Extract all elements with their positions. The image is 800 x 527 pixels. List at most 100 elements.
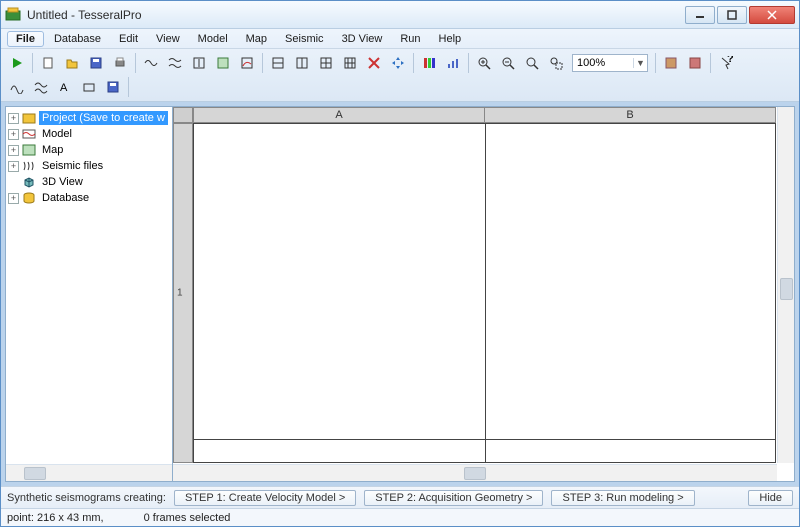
menu-help[interactable]: Help [431,31,470,47]
toolbars: ▼ ? A [1,49,799,102]
hide-button[interactable]: Hide [748,490,793,506]
map-icon [22,143,36,157]
maximize-button[interactable] [717,6,747,24]
zoom-in-icon[interactable] [473,52,495,74]
seismic-icon [22,159,36,173]
expand-icon[interactable]: + [8,193,19,204]
minimize-button[interactable] [685,6,715,24]
wave2-icon[interactable] [164,52,186,74]
save-tool-icon[interactable] [102,76,124,98]
project-tree[interactable]: + Project (Save to create w + Model + Ma… [6,107,172,464]
tree-item-seismic[interactable]: + Seismic files [8,158,170,174]
tree-item-model[interactable]: + Model [8,126,170,142]
curve-panel-icon[interactable] [236,52,258,74]
map-icon[interactable] [212,52,234,74]
close-button[interactable] [749,6,795,24]
open-icon[interactable] [61,52,83,74]
tree-label: Map [39,143,66,157]
project-icon [22,111,36,125]
horizontal-scrollbar[interactable] [173,464,777,481]
wave-tool-icon[interactable] [6,76,28,98]
tree-label: Project (Save to create w [39,111,168,125]
menu-model[interactable]: Model [190,31,236,47]
menu-seismic[interactable]: Seismic [277,31,332,47]
main-panel: A B 1 [173,106,795,482]
tree-item-map[interactable]: + Map [8,142,170,158]
waves-tool-icon[interactable] [30,76,52,98]
grid-area[interactable] [193,123,776,463]
panel-b-icon[interactable] [684,52,706,74]
tree-label: Model [39,127,75,141]
scrollbar-thumb[interactable] [464,467,486,480]
column-header-a[interactable]: A [193,107,485,123]
worksheet[interactable]: A B 1 [173,107,794,481]
frame-add-icon[interactable] [188,52,210,74]
tree-label: Database [39,191,92,205]
tree-item-3dview[interactable]: 3D View [8,174,170,190]
steps-label: Synthetic seismograms creating: [7,492,166,504]
table-fit-icon[interactable] [339,52,361,74]
expand-icon[interactable]: + [8,145,19,156]
expand-icon[interactable]: + [8,113,19,124]
status-frames: 0 frames selected [144,512,231,524]
zoom-rect-icon[interactable] [545,52,567,74]
expand-icon[interactable]: + [8,161,19,172]
palette-icon[interactable] [418,52,440,74]
status-point: point: 216 x 43 mm, [7,512,104,524]
grid-rows-icon[interactable] [267,52,289,74]
step3-button[interactable]: STEP 3: Run modeling > [551,490,694,506]
tree-label: Seismic files [39,159,106,173]
menu-file[interactable]: File [7,31,44,47]
expand-icon[interactable]: + [8,129,19,140]
menu-database[interactable]: Database [46,31,109,47]
wave1-icon[interactable] [140,52,162,74]
cube3d-icon [22,175,36,189]
toolbar-row-1: ▼ ? [5,51,795,75]
row-header-1: 1 [177,288,183,299]
column-headers: A B [193,107,776,123]
statusbar: point: 216 x 43 mm, 0 frames selected [1,508,799,526]
steps-toolbar: Synthetic seismograms creating: STEP 1: … [1,486,799,508]
model-icon [22,127,36,141]
tree-item-project[interactable]: + Project (Save to create w [8,110,170,126]
zoom-combo[interactable]: ▼ [572,54,648,72]
menu-view[interactable]: View [148,31,188,47]
app-icon [5,7,21,23]
menu-edit[interactable]: Edit [111,31,146,47]
step2-button[interactable]: STEP 2: Acquisition Geometry > [364,490,543,506]
scrollbar-thumb[interactable] [24,467,46,480]
zoom-fit-icon[interactable] [521,52,543,74]
scrollbar-thumb[interactable] [780,278,793,300]
move-icon[interactable] [387,52,409,74]
zoom-out-icon[interactable] [497,52,519,74]
svg-text:A: A [60,82,68,94]
sheet-corner[interactable] [173,107,193,123]
chevron-down-icon[interactable]: ▼ [633,58,647,68]
vertical-scrollbar[interactable] [777,107,794,463]
chart-icon[interactable] [442,52,464,74]
row-headers[interactable]: 1 [173,123,193,463]
menu-map[interactable]: Map [238,31,275,47]
delete-icon[interactable] [363,52,385,74]
grid-cols-icon[interactable] [291,52,313,74]
panel-a-icon[interactable] [660,52,682,74]
step1-button[interactable]: STEP 1: Create Velocity Model > [174,490,356,506]
content-area: + Project (Save to create w + Model + Ma… [1,102,799,486]
print-icon[interactable] [109,52,131,74]
window-title: Untitled - TesseralPro [27,8,685,22]
column-header-b[interactable]: B [485,107,776,123]
menu-run[interactable]: Run [392,31,428,47]
app-window: Untitled - TesseralPro File Database Edi… [0,0,800,527]
run-icon[interactable] [6,52,28,74]
help-context-icon[interactable]: ? [715,52,737,74]
menu-3dview[interactable]: 3D View [334,31,391,47]
save-icon[interactable] [85,52,107,74]
new-icon[interactable] [37,52,59,74]
tree-item-database[interactable]: + Database [8,190,170,206]
window-controls [685,6,795,24]
shape-tool-icon[interactable] [78,76,100,98]
grid-icon[interactable] [315,52,337,74]
text-tool-icon[interactable]: A [54,76,76,98]
zoom-input[interactable] [573,55,633,71]
tree-hscrollbar[interactable] [6,464,172,481]
